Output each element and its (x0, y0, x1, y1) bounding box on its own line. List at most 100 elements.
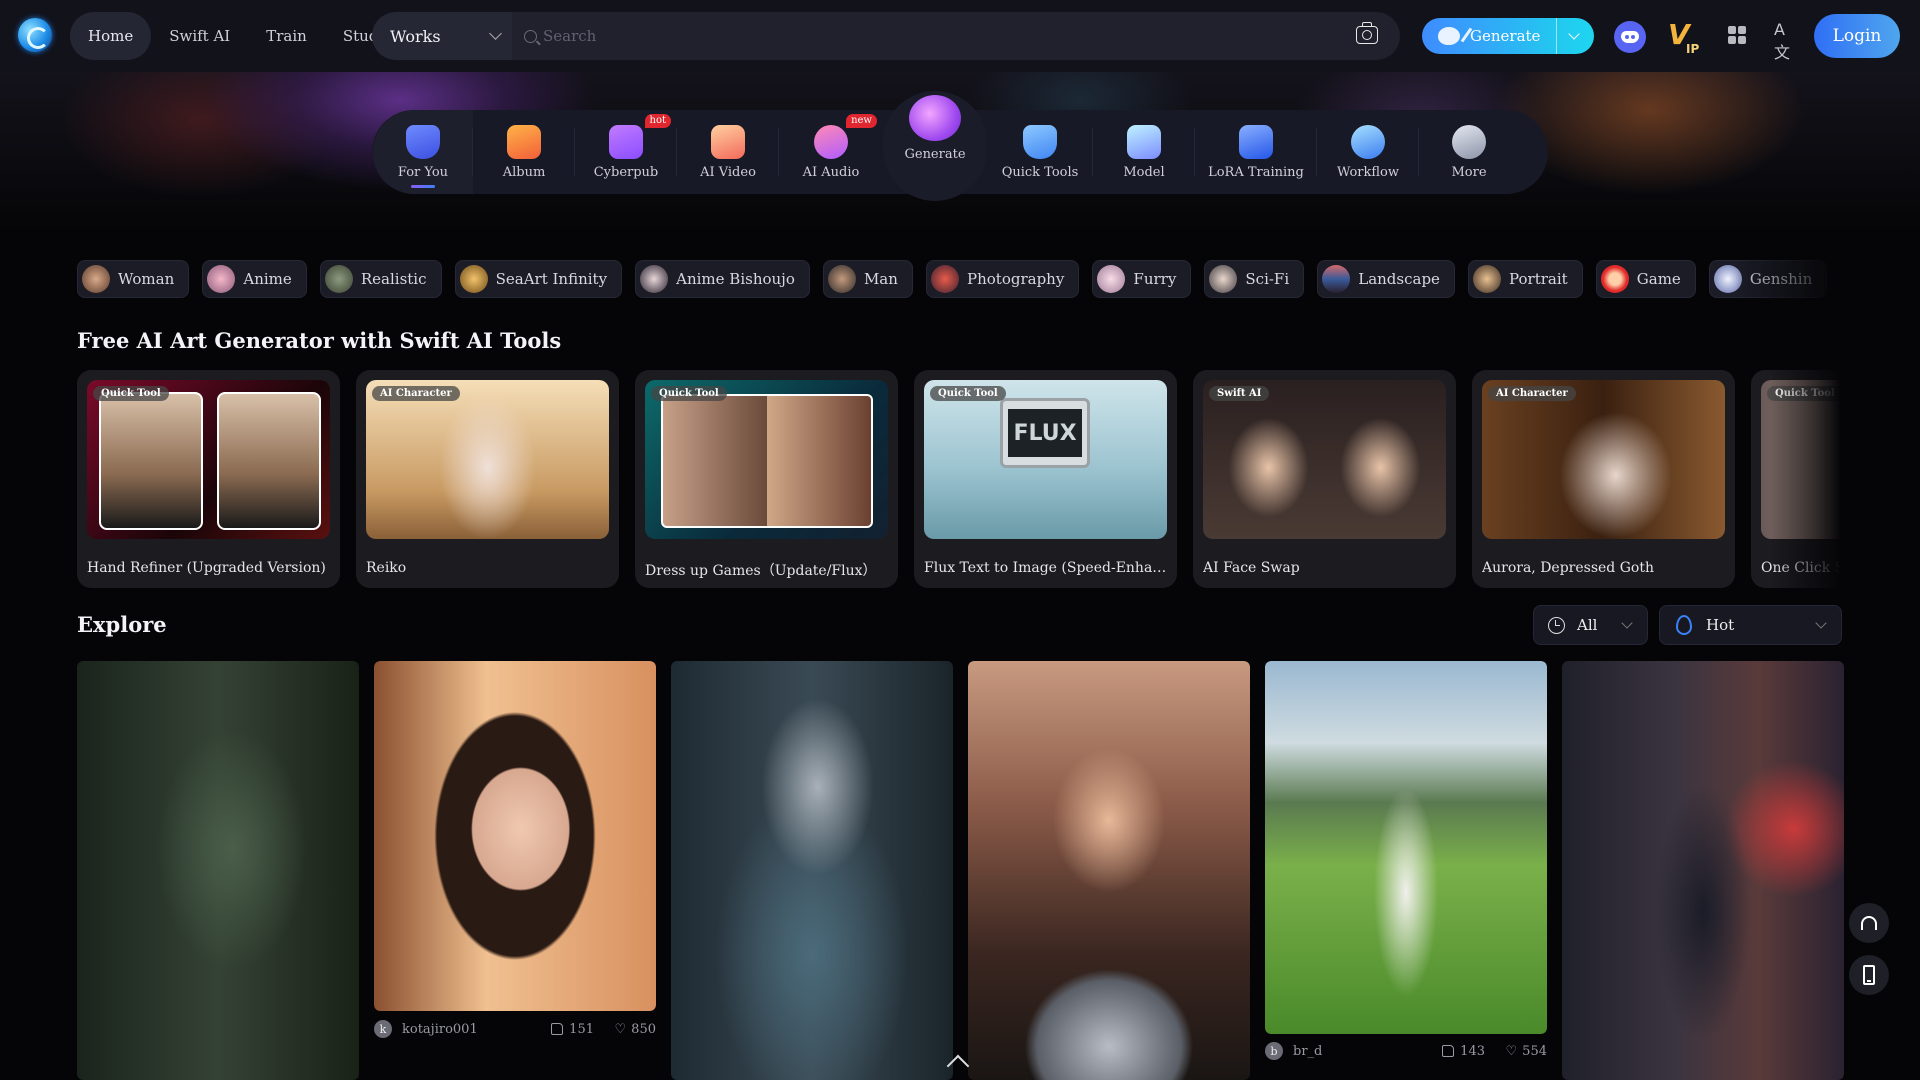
main-nav: Home Swift AI Train Studio hot (70, 12, 413, 60)
tool-card[interactable]: Quick Tool One Click S (1751, 370, 1841, 588)
nav-train-label: Train (266, 27, 307, 45)
card-meta: b br_d 143 ♡ 554 (1265, 1036, 1547, 1066)
chip-woman[interactable]: Woman (77, 260, 190, 298)
tool-card[interactable]: Quick Tool Dress up Games（Update/Flux） (635, 370, 898, 588)
support-button[interactable] (1849, 903, 1889, 943)
avatar (1097, 265, 1126, 293)
explore-card[interactable] (1562, 661, 1844, 1080)
nav-train[interactable]: Train (248, 12, 325, 60)
chevron-down-icon (1621, 617, 1633, 629)
palette-icon (909, 95, 961, 141)
camera-icon[interactable] (1356, 22, 1378, 44)
explore-card[interactable] (671, 661, 953, 1080)
feature-label: LoRA Training (1208, 164, 1304, 180)
feature-ai-video[interactable]: AI Video (677, 110, 779, 194)
like-count[interactable]: 151 (551, 1022, 594, 1037)
feature-quick-tools[interactable]: Quick Tools (987, 110, 1093, 194)
chip-sci-fi[interactable]: Sci-Fi (1204, 260, 1305, 298)
favorite-count[interactable]: ♡ 554 (1506, 1044, 1547, 1059)
chip-portrait[interactable]: Portrait (1468, 260, 1583, 298)
discord-icon[interactable] (1614, 21, 1646, 53)
tool-name: Reiko (366, 560, 407, 576)
tools-carousel: Quick Tool Hand Refiner (Upgraded Versio… (77, 370, 1841, 590)
chip-game[interactable]: Game (1595, 260, 1696, 298)
avatar (1322, 265, 1351, 293)
chip-man[interactable]: Man (822, 260, 913, 298)
vip-icon[interactable]: V IP (1668, 20, 1704, 57)
chevron-down-icon (1815, 617, 1827, 629)
apps-grid-icon[interactable] (1728, 26, 1746, 44)
tool-name: Dress up Games（Update/Flux） (645, 563, 877, 579)
mobile-app-button[interactable] (1849, 955, 1889, 995)
search-bar (512, 12, 1400, 60)
translate-icon[interactable]: A文 (1774, 20, 1800, 62)
time-filter-select[interactable]: All (1533, 605, 1648, 645)
feature-cyberpub[interactable]: Cyberpub hot (575, 110, 677, 194)
chevron-down-icon[interactable] (1568, 28, 1580, 40)
explore-card[interactable] (1265, 661, 1547, 1034)
nav-swift-ai[interactable]: Swift AI (151, 12, 248, 60)
time-filter-value: All (1577, 616, 1598, 634)
sort-filter-select[interactable]: Hot (1659, 605, 1842, 645)
login-label: Login (1832, 26, 1882, 46)
avatar (1713, 265, 1742, 293)
feature-lora-training[interactable]: LoRA Training (1195, 110, 1317, 194)
chip-landscape[interactable]: Landscape (1317, 260, 1455, 298)
tool-image: AI Character (366, 380, 609, 539)
explore-card[interactable] (968, 661, 1250, 1080)
nav-home[interactable]: Home (70, 12, 152, 60)
favorite-count[interactable]: ♡ 850 (615, 1022, 656, 1037)
feature-more[interactable]: More (1419, 110, 1519, 194)
chip-genshin[interactable]: Genshin (1708, 260, 1828, 298)
tool-card[interactable]: FLUX Quick Tool Flux Text to Image (Spee… (914, 370, 1177, 588)
audio-wave-icon (814, 124, 848, 159)
cube-icon (1127, 124, 1161, 159)
works-select-value: Works (390, 26, 441, 46)
sort-filter-value: Hot (1706, 616, 1735, 634)
chip-furry[interactable]: Furry (1092, 260, 1192, 298)
chip-realistic[interactable]: Realistic (319, 260, 442, 298)
username[interactable]: br_d (1293, 1044, 1322, 1059)
feature-model[interactable]: Model (1093, 110, 1195, 194)
chip-anime[interactable]: Anime (202, 260, 307, 298)
feature-label: Cyberpub (593, 164, 659, 180)
avatar (324, 265, 353, 293)
tool-card[interactable]: Swift AI AI Face Swap (1193, 370, 1456, 588)
explore-card[interactable] (374, 661, 656, 1011)
like-count[interactable]: 143 (1442, 1044, 1485, 1059)
login-button[interactable]: Login (1814, 14, 1900, 58)
feature-for-you[interactable]: For You (373, 110, 473, 194)
card-image (968, 661, 1250, 1080)
tool-name: Hand Refiner (Upgraded Version) (87, 560, 326, 576)
tool-image: Quick Tool (87, 380, 330, 539)
chip-stock[interactable]: Stock (1840, 260, 1841, 298)
tool-tag: Quick Tool (651, 386, 727, 401)
search-input[interactable] (543, 27, 1323, 45)
works-select[interactable]: Works (372, 12, 512, 60)
tool-card[interactable]: AI Character Aurora, Depressed Goth (1472, 370, 1735, 588)
nav-swift-ai-label: Swift AI (169, 27, 231, 45)
tool-tag: AI Character (1488, 386, 1576, 401)
avatar (459, 265, 488, 293)
tool-tag: Quick Tool (93, 386, 169, 401)
user-avatar[interactable]: k (374, 1020, 392, 1038)
feature-generate[interactable]: Generate (883, 91, 987, 201)
hot-badge: hot (644, 114, 671, 128)
generate-button[interactable]: Generate (1422, 18, 1594, 54)
site-logo[interactable] (18, 18, 52, 52)
avatar (82, 265, 110, 293)
explore-card[interactable] (77, 661, 359, 1080)
username[interactable]: kotajiro001 (402, 1022, 478, 1037)
chip-anime-bishoujo[interactable]: Anime Bishoujo (635, 260, 810, 298)
image-grid-icon (1239, 124, 1273, 159)
chip-seaart-infinity[interactable]: SeaArt Infinity (454, 260, 623, 298)
feature-workflow[interactable]: Workflow (1317, 110, 1419, 194)
tv-play-icon (711, 124, 745, 159)
user-avatar[interactable]: b (1265, 1042, 1283, 1060)
tool-card[interactable]: Quick Tool Hand Refiner (Upgraded Versio… (77, 370, 340, 588)
tool-card[interactable]: AI Character Reiko (356, 370, 619, 588)
feature-ai-audio[interactable]: AI Audio new (779, 110, 883, 194)
tool-image: Quick Tool (645, 380, 888, 539)
chip-photography[interactable]: Photography (926, 260, 1080, 298)
feature-album[interactable]: Album (473, 110, 575, 194)
